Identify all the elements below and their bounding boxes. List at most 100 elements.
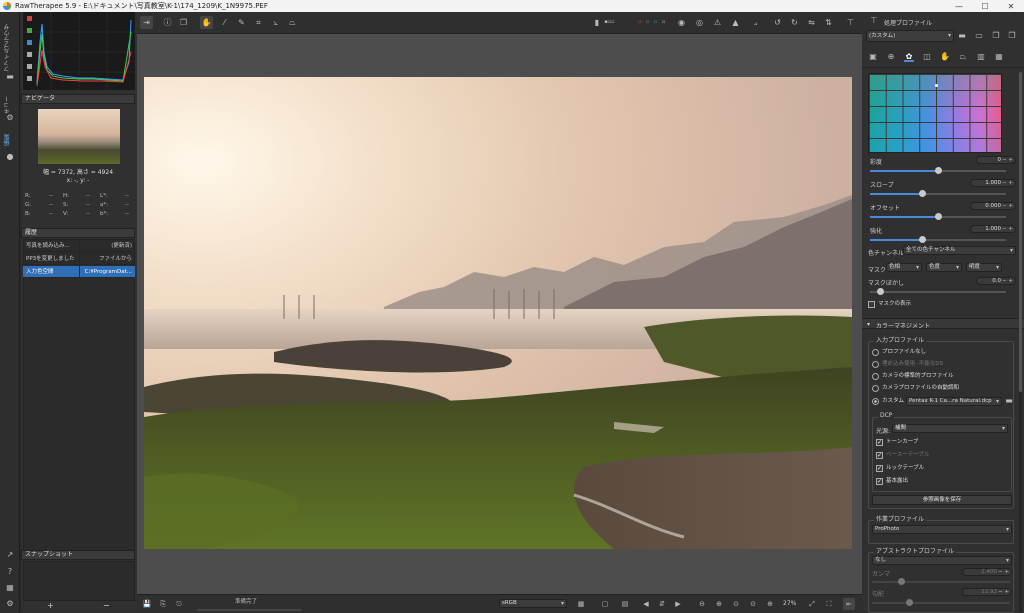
saturation-spin[interactable]: 0 xyxy=(976,156,1016,164)
slope2-slider[interactable] xyxy=(872,599,1010,606)
hide-left-panel-icon[interactable]: ⇥ xyxy=(140,16,153,29)
radio-custom[interactable]: カスタム xyxy=(872,397,904,406)
open-profile-icon[interactable]: ▬ xyxy=(957,31,967,41)
fullscreen-icon[interactable]: ▦ xyxy=(5,583,15,593)
zoom-out-icon[interactable]: ⊖ xyxy=(696,598,708,610)
save-reference-button[interactable]: 参照画像を保存 xyxy=(872,495,1012,505)
preview-rgb-icon[interactable]: ▪▫▫ xyxy=(603,16,616,29)
tab-transform-icon[interactable]: ⏢ xyxy=(958,52,968,62)
working-profile-select[interactable]: ProPhoto xyxy=(872,525,1012,534)
mask-blur-slider[interactable] xyxy=(870,288,1006,295)
shadow-clip-icon[interactable]: ◎ xyxy=(693,16,706,29)
perspective-icon[interactable]: ⏢ xyxy=(286,16,299,29)
custom-profile-file[interactable]: Pentax K-1 Ca...ra Natural.dcp xyxy=(906,397,1002,406)
new-window-icon[interactable]: ⤢ xyxy=(806,598,818,610)
offset-spin[interactable]: 0.000 xyxy=(970,202,1016,210)
gamma-slider[interactable] xyxy=(872,578,1010,585)
close-button[interactable]: ✕ xyxy=(998,0,1024,12)
snapshot-header[interactable]: スナップショット xyxy=(21,550,135,560)
right-scrollbar[interactable] xyxy=(1019,72,1022,612)
panel-toggle-icon[interactable]: ⇤ xyxy=(843,598,855,610)
mask-chroma-select[interactable]: 色度 xyxy=(926,263,962,272)
prev-image-icon[interactable]: ◀ xyxy=(640,598,652,610)
power-slider[interactable] xyxy=(870,236,1006,243)
queue-icon[interactable]: ⎘ xyxy=(157,598,169,610)
next-image-icon[interactable]: ▶ xyxy=(672,598,684,610)
gamut-icon[interactable]: ▦ xyxy=(575,598,587,610)
base-table-checkbox[interactable]: ベースーテーブル xyxy=(876,451,929,460)
straighten-icon[interactable]: ⦣ xyxy=(269,16,282,29)
preview-lum-icon[interactable]: ▫ xyxy=(657,16,670,29)
rotate-right-icon[interactable]: ↻ xyxy=(788,16,801,29)
processing-profile-select[interactable]: (カスタム) xyxy=(866,30,954,42)
tab-editor[interactable]: 編集 xyxy=(3,132,17,148)
tab-color-icon[interactable]: ✿ xyxy=(904,52,914,62)
edit-icon[interactable]: ● xyxy=(5,152,15,162)
fullscreen-toggle-icon[interactable]: ⛶ xyxy=(823,598,835,610)
save-icon[interactable]: 💾 xyxy=(141,598,153,610)
gamma-spin[interactable]: 2.400 xyxy=(962,568,1012,576)
save-profile-icon[interactable]: ▭ xyxy=(974,31,984,41)
info-icon[interactable]: ⓘ xyxy=(161,16,174,29)
flip-vertical-icon[interactable]: ⇅ xyxy=(822,16,835,29)
focus-mask-icon[interactable]: ◉ xyxy=(675,16,688,29)
saturation-slider[interactable] xyxy=(870,167,1006,174)
color-grid[interactable] xyxy=(868,73,1002,153)
channel-select[interactable]: 全ての色チャンネル xyxy=(903,246,1016,255)
look-table-checkbox[interactable]: ルックテーブル xyxy=(876,464,924,473)
copy-profile-icon[interactable]: ❐ xyxy=(991,31,1001,41)
tab-local-icon[interactable]: ◫ xyxy=(922,52,932,62)
show-mask-checkbox[interactable]: マスクの表示 xyxy=(868,300,911,309)
flip-horizontal-icon[interactable]: ⇋ xyxy=(805,16,818,29)
hand-tool-icon[interactable]: ✋ xyxy=(200,16,213,29)
slope-slider[interactable] xyxy=(870,190,1006,197)
zoom-fit-icon[interactable]: ⊙ xyxy=(730,598,742,610)
hide-right-panel-icon[interactable]: ⊤ xyxy=(844,16,857,29)
history-header[interactable]: 履歴 xyxy=(21,228,135,238)
color-picker-icon[interactable]: ✎ xyxy=(235,16,248,29)
display-profile-select[interactable]: sRGB xyxy=(499,599,567,608)
zoom-in-icon[interactable]: ⊕ xyxy=(713,598,725,610)
tab-file-browser[interactable]: ファイルブラウザ xyxy=(3,20,17,76)
tab-raw-icon[interactable]: ▥ xyxy=(976,52,986,62)
soft-proof-icon[interactable]: ▢ xyxy=(599,598,611,610)
preview-channel-icon[interactable]: ▮ xyxy=(593,16,601,29)
radio-camera-auto[interactable]: カメラプロファイルの自動調和 xyxy=(872,384,959,393)
maximize-button[interactable]: ☐ xyxy=(972,0,998,12)
gear-icon[interactable]: ⚙ xyxy=(5,113,15,123)
offset-slider[interactable] xyxy=(870,213,1006,220)
histogram-buttons[interactable] xyxy=(27,16,33,86)
tab-metadata-icon[interactable]: ▦ xyxy=(994,52,1004,62)
slope2-spin[interactable]: 12.92 xyxy=(962,588,1012,596)
open-file-icon[interactable]: ▬ xyxy=(1004,396,1014,406)
settings-icon[interactable]: ⚙ xyxy=(5,599,15,609)
sync-icon[interactable]: ⇵ xyxy=(656,598,668,610)
send-icon[interactable]: ↗ xyxy=(5,550,15,560)
crop-icon[interactable]: ⌗ xyxy=(252,16,265,29)
preview-image[interactable] xyxy=(144,77,852,549)
tab-detail-icon[interactable]: ⊕ xyxy=(886,52,896,62)
highlight-clip-icon[interactable]: ⚠ xyxy=(711,16,724,29)
histogram-match-icon[interactable]: ⟓ xyxy=(749,16,762,29)
mask-hue-select[interactable]: 色相 xyxy=(886,263,922,272)
baseline-exposure-checkbox[interactable]: 基本露出 xyxy=(876,477,908,486)
editor-external-icon[interactable]: ⎋ xyxy=(173,598,185,610)
radio-camera-standard[interactable]: カメラの標準的プロファイル xyxy=(872,372,954,381)
navigator-thumbnail[interactable] xyxy=(38,109,120,164)
mask-blur-spin[interactable]: 0.0 xyxy=(976,277,1016,285)
before-after-icon[interactable]: ❐ xyxy=(177,16,190,29)
history-row-selected[interactable]: 入力色空間 C:¥ProgramDat... xyxy=(23,266,135,278)
shadow-warning-icon[interactable]: ▲ xyxy=(729,16,742,29)
add-snapshot-button[interactable]: + xyxy=(47,601,54,610)
rotate-left-icon[interactable]: ↺ xyxy=(771,16,784,29)
color-management-header-bar[interactable]: ▾ カラーマネジメント xyxy=(862,318,1024,330)
zoom-fit-crop-icon[interactable]: ⊙ xyxy=(747,598,759,610)
zoom-100-icon[interactable]: ⊕ xyxy=(764,598,776,610)
slope-spin[interactable]: 1.000 xyxy=(970,179,1016,187)
navigator-header[interactable]: ナビゲータ xyxy=(21,94,135,104)
white-balance-picker-icon[interactable]: ⁄ xyxy=(218,16,231,29)
tab-advanced-icon[interactable]: ✋ xyxy=(940,52,950,62)
remove-snapshot-button[interactable]: − xyxy=(103,601,110,610)
tone-curve-checkbox[interactable]: トーンカーブ xyxy=(876,438,918,447)
power-spin[interactable]: 1.000 xyxy=(970,225,1016,233)
